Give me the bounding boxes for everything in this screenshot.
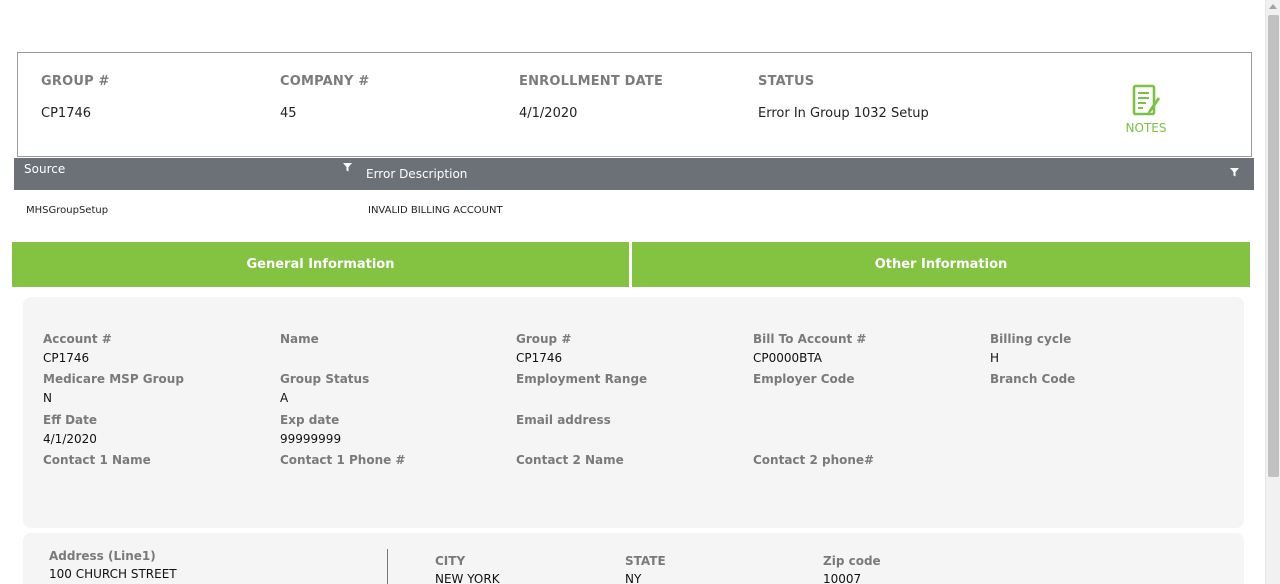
address-line1-label: Address (Line1) <box>49 549 156 563</box>
company-number-label: COMPANY # <box>280 74 370 89</box>
account-number-label: Account # <box>43 332 112 346</box>
scroll-up-arrow-icon[interactable] <box>1269 4 1277 9</box>
error-grid-header: Source Error Description <box>14 158 1254 190</box>
eff-date-label: Eff Date <box>43 413 98 427</box>
contact-2-phone-value <box>753 472 874 486</box>
source-column-header[interactable]: Source <box>24 162 65 176</box>
notes-button[interactable]: NOTES <box>1123 83 1169 135</box>
group-number-field-label: Group # <box>516 332 572 346</box>
contact-2-name-value <box>516 472 624 486</box>
company-number-value: 45 <box>280 106 297 121</box>
contact-1-name-label: Contact 1 Name <box>43 453 151 467</box>
bill-to-account-field: Bill To Account # CP0000BTA <box>753 332 867 365</box>
address-divider <box>387 549 388 584</box>
bill-to-account-value: CP0000BTA <box>753 351 822 365</box>
exp-date-value: 99999999 <box>280 432 342 446</box>
medicare-msp-group-label: Medicare MSP Group <box>43 372 184 386</box>
state-field: STATE NY <box>625 554 666 584</box>
notes-label: NOTES <box>1125 121 1167 135</box>
status-label: STATUS <box>758 74 815 89</box>
medicare-msp-group-field: Medicare MSP Group N <box>43 372 184 405</box>
city-label: CITY <box>435 554 466 568</box>
state-label: STATE <box>625 554 666 568</box>
zip-code-field: Zip code 10007 <box>823 554 881 584</box>
city-value: NEW YORK <box>435 572 500 584</box>
error-description-column-header[interactable]: Error Description <box>366 167 467 181</box>
contact-2-name-field: Contact 2 Name <box>516 453 624 486</box>
name-label: Name <box>280 332 319 346</box>
branch-code-label: Branch Code <box>990 372 1076 386</box>
email-address-value <box>516 432 611 446</box>
notes-document-icon <box>1132 84 1160 116</box>
contact-2-phone-label: Contact 2 phone# <box>753 453 875 467</box>
error-row-source: MHSGroupSetup <box>26 205 109 216</box>
page-scrollbar[interactable] <box>1265 0 1280 584</box>
tab-general-information[interactable]: General Information <box>12 242 629 287</box>
enrollment-date-label: ENROLLMENT DATE <box>519 74 664 89</box>
bill-to-account-label: Bill To Account # <box>753 332 867 346</box>
status-value: Error In Group 1032 Setup <box>758 106 929 121</box>
name-value <box>280 351 319 365</box>
name-field: Name <box>280 332 319 365</box>
billing-cycle-value: H <box>990 351 1000 365</box>
group-status-label: Group Status <box>280 372 370 386</box>
email-address-field: Email address <box>516 413 611 446</box>
billing-cycle-label: Billing cycle <box>990 332 1072 346</box>
tab-other-information[interactable]: Other Information <box>632 242 1250 287</box>
employer-code-field: Employer Code <box>753 372 854 405</box>
eff-date-field: Eff Date 4/1/2020 <box>43 413 97 446</box>
group-number-field: Group # CP1746 <box>516 332 571 365</box>
branch-code-field: Branch Code <box>990 372 1075 405</box>
contact-1-phone-value <box>280 472 405 486</box>
account-number-value: CP1746 <box>43 351 90 365</box>
error-row-description: INVALID BILLING ACCOUNT <box>368 205 503 216</box>
medicare-msp-group-value: N <box>43 391 52 405</box>
employer-code-label: Employer Code <box>753 372 855 386</box>
employment-range-field: Employment Range <box>516 372 647 405</box>
scrollbar-thumb[interactable] <box>1268 15 1279 477</box>
zip-code-value: 10007 <box>823 572 862 584</box>
state-value: NY <box>625 572 642 584</box>
source-filter-icon[interactable] <box>343 163 352 172</box>
group-number-value: CP1746 <box>41 106 92 121</box>
branch-code-value <box>990 391 1075 405</box>
group-status-field: Group Status A <box>280 372 369 405</box>
address-line1-value: 100 CHURCH STREET <box>49 567 177 581</box>
exp-date-label: Exp date <box>280 413 340 427</box>
error-description-filter-icon[interactable] <box>1230 168 1239 177</box>
exp-date-field: Exp date 99999999 <box>280 413 341 446</box>
contact-1-name-value <box>43 472 151 486</box>
group-number-label: GROUP # <box>41 74 110 89</box>
group-summary-card: GROUP # CP1746 COMPANY # 45 ENROLLMENT D… <box>17 52 1252 157</box>
contact-1-phone-label: Contact 1 Phone # <box>280 453 406 467</box>
address-panel: Address (Line1) 100 CHURCH STREET CITY N… <box>23 533 1244 584</box>
contact-1-phone-field: Contact 1 Phone # <box>280 453 405 486</box>
email-address-label: Email address <box>516 413 611 427</box>
billing-cycle-field: Billing cycle H <box>990 332 1071 365</box>
employment-range-value <box>516 391 647 405</box>
zip-code-label: Zip code <box>823 554 881 568</box>
contact-2-name-label: Contact 2 Name <box>516 453 624 467</box>
group-number-field-value: CP1746 <box>516 351 563 365</box>
contact-1-name-field: Contact 1 Name <box>43 453 151 486</box>
general-information-panel: Account # CP1746 Name Group # CP1746 Bil… <box>23 297 1244 528</box>
employment-range-label: Employment Range <box>516 372 648 386</box>
group-status-value: A <box>280 391 289 405</box>
city-field: CITY NEW YORK <box>435 554 500 584</box>
account-number-field: Account # CP1746 <box>43 332 112 365</box>
employer-code-value <box>753 391 854 405</box>
eff-date-value: 4/1/2020 <box>43 432 97 446</box>
contact-2-phone-field: Contact 2 phone# <box>753 453 874 486</box>
address-line1-field: Address (Line1) 100 CHURCH STREET <box>49 549 177 581</box>
enrollment-date-value: 4/1/2020 <box>519 106 578 121</box>
